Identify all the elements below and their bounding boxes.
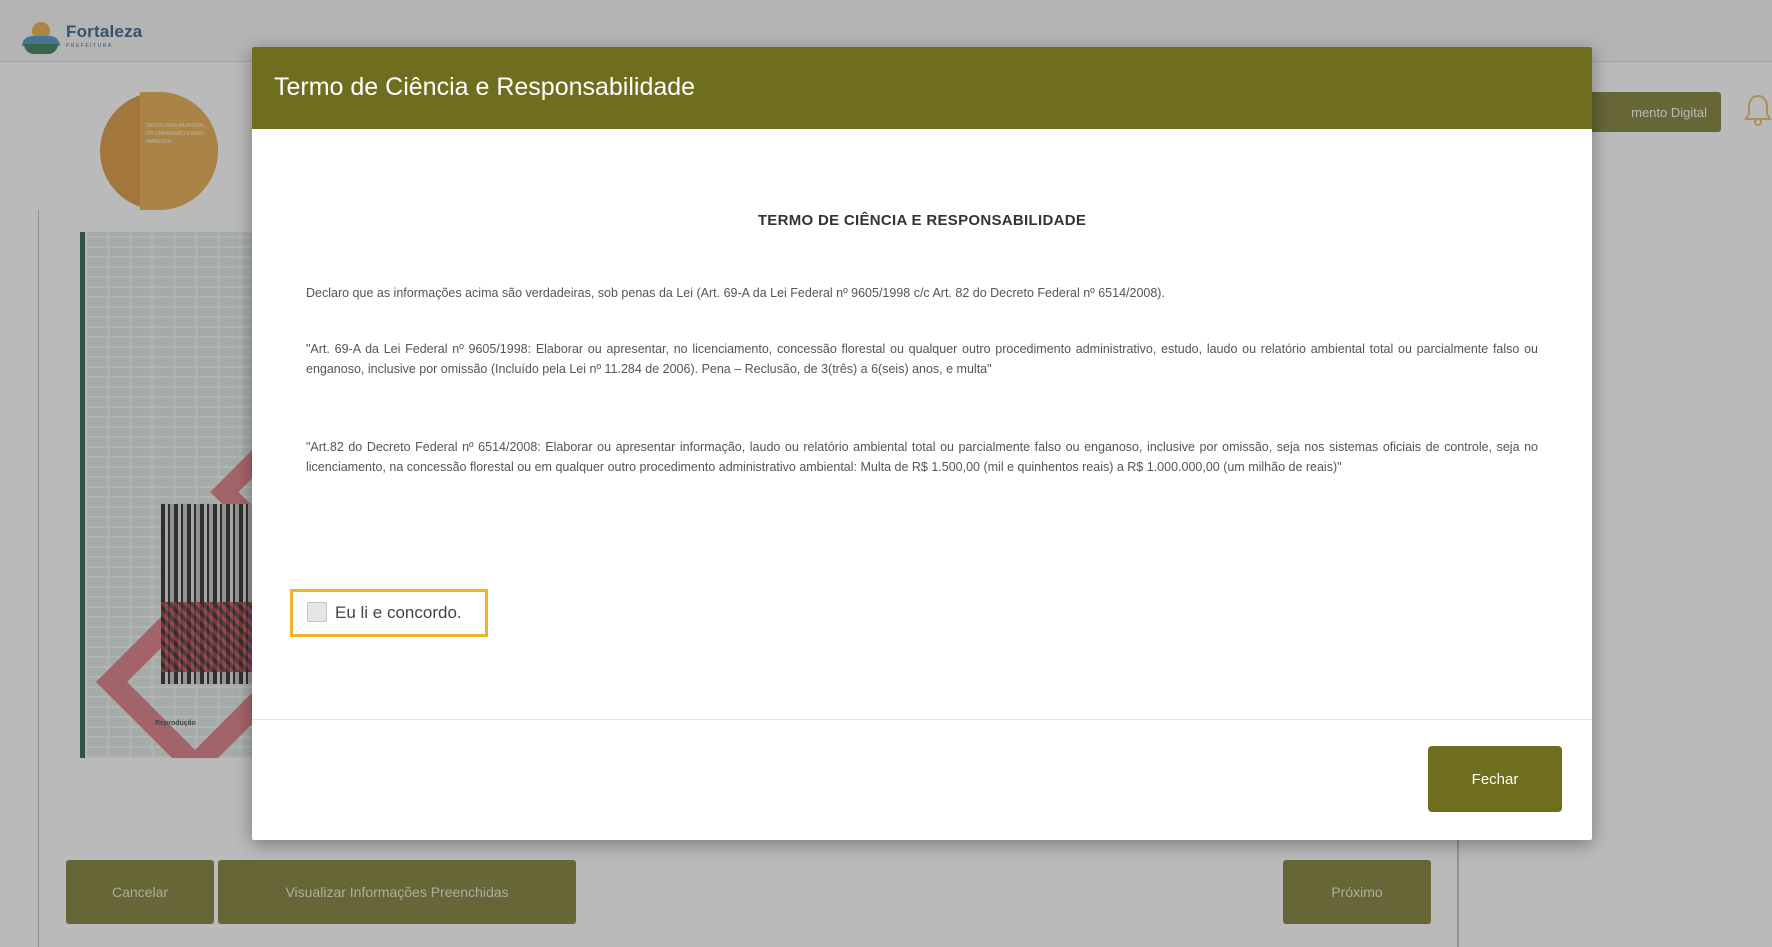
agree-highlight-box: Eu li e concordo.	[290, 589, 488, 637]
modal-footer-divider	[252, 719, 1592, 720]
modal-title: Termo de Ciência e Responsabilidade	[274, 73, 696, 101]
agree-checkbox[interactable]	[307, 602, 327, 622]
modal-header: Termo de Ciência e Responsabilidade	[252, 47, 1592, 129]
terms-modal: Termo de Ciência e Responsabilidade TERM…	[252, 47, 1592, 840]
agree-label[interactable]: Eu li e concordo.	[335, 603, 462, 623]
declaration-paragraph: Declaro que as informações acima são ver…	[306, 286, 1165, 300]
term-heading: TERMO DE CIÊNCIA E RESPONSABILIDADE	[757, 212, 1087, 229]
close-button[interactable]: Fechar	[1428, 746, 1562, 812]
art69a-paragraph: "Art. 69-A da Lei Federal nº 9605/1998: …	[306, 342, 1538, 376]
art82-paragraph: "Art.82 do Decreto Federal nº 6514/2008:…	[306, 440, 1538, 474]
